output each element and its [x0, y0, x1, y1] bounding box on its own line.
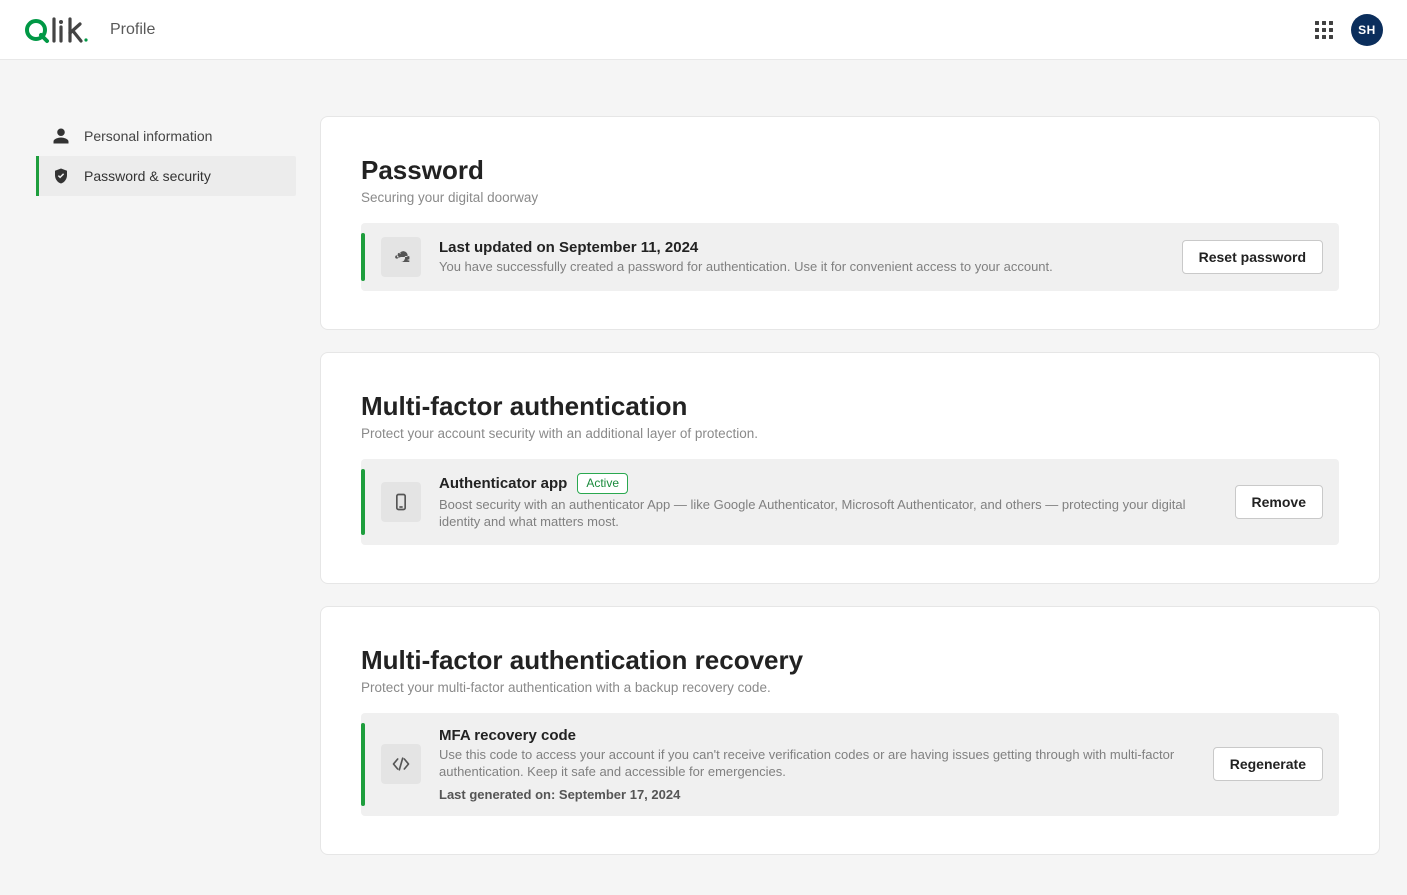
key-icon — [381, 237, 421, 277]
qlik-logo[interactable] — [24, 15, 96, 45]
banner-description: Use this code to access your account if … — [439, 746, 1195, 781]
regenerate-button[interactable]: Regenerate — [1213, 747, 1323, 781]
card-title: Password — [361, 155, 1339, 186]
card-subtitle: Protect your account security with an ad… — [361, 426, 1339, 441]
banner-title: MFA recovery code — [439, 727, 1195, 744]
main-content: Password Securing your digital doorway L… — [320, 116, 1380, 855]
banner-title: Last updated on September 11, 2024 — [439, 239, 1164, 256]
sidebar-item-label: Password & security — [84, 168, 211, 184]
top-bar: Profile SH — [0, 0, 1407, 60]
app-switcher-icon[interactable] — [1315, 21, 1333, 39]
sidebar-item-personal-information[interactable]: Personal information — [36, 116, 296, 156]
person-icon — [52, 127, 70, 145]
banner-description: Boost security with an authenticator App… — [439, 496, 1217, 531]
banner-title: Authenticator app — [439, 475, 567, 492]
status-badge: Active — [577, 473, 628, 494]
shield-icon — [52, 167, 70, 185]
password-banner: Last updated on September 11, 2024 You h… — [361, 223, 1339, 291]
card-title: Multi-factor authentication — [361, 391, 1339, 422]
mobile-icon — [381, 482, 421, 522]
sidebar: Personal information Password & security — [36, 116, 296, 196]
card-subtitle: Securing your digital doorway — [361, 190, 1339, 205]
password-card: Password Securing your digital doorway L… — [320, 116, 1380, 330]
recovery-banner: MFA recovery code Use this code to acces… — [361, 713, 1339, 816]
mfa-card: Multi-factor authentication Protect your… — [320, 352, 1380, 584]
page-title: Profile — [110, 21, 155, 39]
topbar-left: Profile — [24, 15, 155, 45]
avatar[interactable]: SH — [1351, 14, 1383, 46]
sidebar-item-password-security[interactable]: Password & security — [36, 156, 296, 196]
code-icon — [381, 744, 421, 784]
mfa-recovery-card: Multi-factor authentication recovery Pro… — [320, 606, 1380, 855]
card-title: Multi-factor authentication recovery — [361, 645, 1339, 676]
banner-extra: Last generated on: September 17, 2024 — [439, 787, 1195, 802]
reset-password-button[interactable]: Reset password — [1182, 240, 1323, 274]
sidebar-item-label: Personal information — [84, 128, 212, 144]
topbar-right: SH — [1315, 14, 1383, 46]
banner-description: You have successfully created a password… — [439, 258, 1164, 276]
mfa-banner: Authenticator app Active Boost security … — [361, 459, 1339, 545]
remove-button[interactable]: Remove — [1235, 485, 1323, 519]
card-subtitle: Protect your multi-factor authentication… — [361, 680, 1339, 695]
